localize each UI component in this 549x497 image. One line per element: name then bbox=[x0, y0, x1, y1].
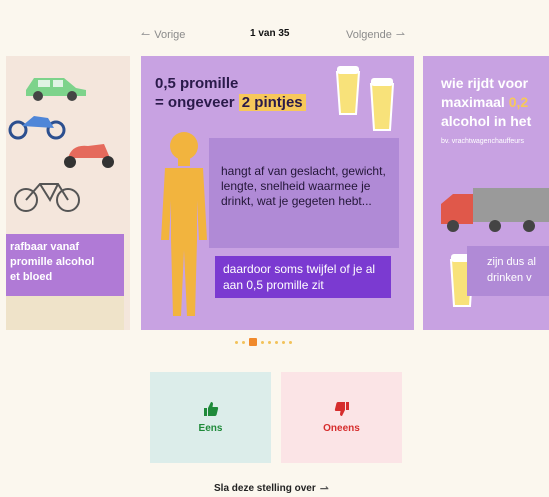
pagination-dot[interactable] bbox=[289, 340, 292, 344]
title-line-2: maximaal 0,2 bbox=[441, 93, 531, 112]
pagination-dot[interactable] bbox=[261, 340, 264, 344]
person-figure-icon bbox=[161, 132, 207, 316]
arrow-right-icon: ⇀ bbox=[395, 29, 406, 41]
pagination-dots bbox=[235, 338, 292, 346]
title-prefix: = ongeveer bbox=[155, 94, 239, 111]
disagree-label: Oneens bbox=[323, 423, 360, 434]
statement-title: wie rijdt voor maximaal 0,2 alcohol in h… bbox=[441, 74, 531, 131]
statement-line: rafbaar vanaf bbox=[10, 241, 80, 253]
next-button[interactable]: Volgende ⇀ bbox=[346, 28, 406, 42]
truck-icon bbox=[441, 188, 549, 232]
agree-label: Eens bbox=[198, 423, 223, 434]
pagination-dot[interactable] bbox=[235, 340, 238, 344]
arrow-right-icon: ⇀ bbox=[319, 483, 329, 495]
statement-line: et bloed bbox=[10, 271, 53, 283]
next-label: Volgende bbox=[346, 28, 392, 41]
bicycle-icon bbox=[14, 183, 80, 212]
statement-bubble: zijn dus al drinken v bbox=[467, 246, 549, 296]
arrow-left-icon: ↼ bbox=[141, 29, 151, 41]
previous-statement-card[interactable]: rafbaar vanaf promille alcohol et bloed bbox=[6, 56, 130, 330]
previous-button[interactable]: ↼ Vorige bbox=[141, 28, 186, 42]
agree-button[interactable]: Eens bbox=[150, 372, 271, 463]
title-line-1: 0,5 promille bbox=[155, 75, 239, 92]
skip-label: Sla deze stelling over bbox=[214, 483, 316, 494]
pagination-dot-active[interactable] bbox=[249, 338, 257, 346]
thumbs-down-icon bbox=[334, 402, 349, 416]
beer-glass-icon bbox=[369, 78, 395, 131]
statement-subtitle: bv. vrachtwagenchauffeurs bbox=[441, 138, 525, 145]
title-highlight: 2 pintjes bbox=[238, 94, 306, 111]
car-icon bbox=[26, 78, 86, 101]
pagination-dot[interactable] bbox=[275, 340, 278, 344]
slide-counter: 1 van 35 bbox=[250, 28, 290, 39]
title-line-1: wie rijdt voor bbox=[441, 75, 529, 91]
statement-title: 0,5 promille = ongeveer 2 pintjes bbox=[155, 74, 306, 112]
pagination-dot[interactable] bbox=[282, 340, 285, 344]
skip-statement-link[interactable]: Sla deze stelling over ⇀ bbox=[214, 482, 329, 495]
title-highlight: 0,2 bbox=[508, 94, 529, 110]
statement-line: promille alcohol bbox=[10, 256, 95, 268]
next-statement-card[interactable]: wie rijdt voor maximaal 0,2 alcohol in h… bbox=[423, 56, 549, 330]
current-statement-card: 0,5 promille = ongeveer 2 pintjes hangt … bbox=[141, 56, 414, 330]
pagination-dot[interactable] bbox=[242, 340, 245, 344]
slide-navigation: ↼ Vorige 1 van 35 Volgende ⇀ bbox=[0, 28, 549, 44]
scooter-icon bbox=[64, 144, 114, 168]
title-prefix: maximaal bbox=[441, 94, 509, 110]
bubble-line: drinken v bbox=[487, 272, 532, 284]
statement-bubble: rafbaar vanaf promille alcohol et bloed bbox=[6, 234, 124, 296]
thumbs-up-icon bbox=[203, 402, 218, 416]
consequence-box: daardoor soms twijfel of je al aan 0,5 p… bbox=[215, 256, 391, 298]
speech-text: hangt af van geslacht, gewicht, lengte, … bbox=[221, 164, 386, 208]
beer-glass-icon bbox=[335, 66, 361, 115]
pagination-dot[interactable] bbox=[268, 340, 271, 344]
previous-label: Vorige bbox=[154, 28, 186, 41]
title-line-2: = ongeveer 2 pintjes bbox=[155, 93, 306, 112]
title-line-3: alcohol in het bbox=[441, 113, 532, 129]
disagree-button[interactable]: Oneens bbox=[281, 372, 402, 463]
bubble-line: zijn dus al bbox=[487, 256, 536, 268]
